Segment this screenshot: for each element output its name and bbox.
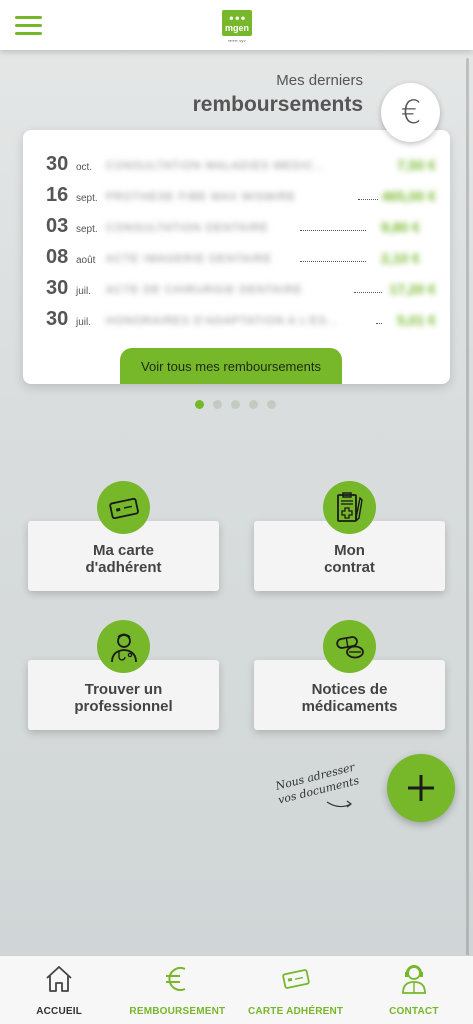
pager-dot[interactable] xyxy=(249,400,258,409)
add-document-button[interactable] xyxy=(387,754,455,822)
bottom-navigation: ACCUEIL REMBOURSEMENT CARTE ADHÉRENT CON… xyxy=(0,955,473,1024)
pager-dot[interactable] xyxy=(213,400,222,409)
row-label: CONSULTATION DENTAIRE xyxy=(106,222,269,234)
row-amount: 2,10 € xyxy=(381,250,420,266)
pager-dot[interactable] xyxy=(267,400,276,409)
logo-subtext: ▪▪▪▪▪▪ vyv xyxy=(228,38,246,43)
nav-label: CONTACT xyxy=(389,1006,439,1017)
row-leader-dots xyxy=(300,261,366,262)
row-month: août xyxy=(76,255,96,266)
reimbursement-row[interactable]: 03 sept. CONSULTATION DENTAIRE 9,80 € xyxy=(46,212,436,238)
row-month: oct. xyxy=(76,162,93,173)
logo-box: ☻☻☻ mgen xyxy=(222,10,252,36)
row-day: 30 xyxy=(46,153,69,175)
reimbursement-row[interactable]: 08 août ACTE IMAGERIE DENTAIRE 2,10 € xyxy=(46,243,436,269)
row-amount: 465,00 € xyxy=(381,188,437,204)
row-day: 16 xyxy=(46,184,69,206)
carousel-pager xyxy=(195,400,276,409)
row-leader-dots xyxy=(376,323,382,324)
reimbursements-title: remboursements xyxy=(192,93,363,116)
row-amount: 7,50 € xyxy=(397,157,436,173)
euro-icon: € xyxy=(381,83,440,142)
euro-symbol: € xyxy=(400,96,420,130)
app-header: ☻☻☻ mgen ▪▪▪▪▪▪ vyv xyxy=(0,0,473,50)
row-leader-dots xyxy=(300,230,366,231)
logo-text: mgen xyxy=(224,23,249,33)
arrow-icon xyxy=(326,800,352,808)
home-icon xyxy=(44,963,74,995)
nav-contact[interactable]: CONTACT xyxy=(355,956,473,1024)
nav-label: ACCUEIL xyxy=(36,1006,83,1017)
row-leader-dots xyxy=(357,199,378,200)
tile-label: Trouver un professionnel xyxy=(74,681,173,715)
nav-label: CARTE ADHÉRENT xyxy=(248,1006,344,1017)
nav-home[interactable]: ACCUEIL xyxy=(0,956,118,1024)
row-amount: 5,01 € xyxy=(397,312,436,328)
nav-member-card[interactable]: CARTE ADHÉRENT xyxy=(237,956,355,1024)
pager-dot[interactable] xyxy=(195,400,204,409)
pills-icon xyxy=(323,620,376,673)
doctor-icon xyxy=(97,620,150,673)
row-leader-dots xyxy=(354,292,382,293)
row-day: 30 xyxy=(46,277,69,299)
reimbursement-row[interactable]: 16 sept. PROTHESE FIBE MAX MISMIRE 465,0… xyxy=(46,181,436,207)
row-day: 30 xyxy=(46,308,69,330)
euro-icon xyxy=(162,963,192,995)
row-month: sept. xyxy=(76,193,98,204)
row-amount: 17,20 € xyxy=(389,281,436,297)
row-month: juil. xyxy=(76,286,92,297)
row-amount: 9,80 € xyxy=(381,219,420,235)
card-icon xyxy=(97,481,150,534)
row-label: ACTE IMAGERIE DENTAIRE xyxy=(106,253,273,265)
row-label: ACTE DE CHIRURGIE DENTAIRE xyxy=(106,284,303,296)
row-label: PROTHESE FIBE MAX MISMIRE xyxy=(106,191,297,203)
row-day: 03 xyxy=(46,215,69,237)
tile-label: Mon contrat xyxy=(324,542,375,576)
row-month: juil. xyxy=(76,317,92,328)
mgen-logo[interactable]: ☻☻☻ mgen ▪▪▪▪▪▪ vyv xyxy=(221,10,253,44)
reimbursement-row[interactable]: 30 juil. ACTE DE CHIRURGIE DENTAIRE 17,2… xyxy=(46,274,436,300)
reimbursements-card: 30 oct. CONSULTATION MALADIES MEDIC... 7… xyxy=(23,130,450,384)
nav-reimbursement[interactable]: REMBOURSEMENT xyxy=(118,956,236,1024)
row-day: 08 xyxy=(46,246,69,268)
reimbursements-subtitle: Mes derniers xyxy=(276,72,363,89)
contract-icon xyxy=(323,481,376,534)
pager-dot[interactable] xyxy=(231,400,240,409)
reimbursement-row[interactable]: 30 oct. CONSULTATION MALADIES MEDIC... 7… xyxy=(46,150,436,176)
reimbursement-row[interactable]: 30 juil. HONORAIRES D'ADAPTATION A L'ES.… xyxy=(46,305,436,331)
plus-icon xyxy=(408,775,434,801)
scroll-indicator xyxy=(466,58,469,958)
agent-icon xyxy=(399,963,429,995)
row-label: CONSULTATION MALADIES MEDIC... xyxy=(106,160,327,172)
logo-figures: ☻☻☻ xyxy=(228,16,246,22)
tile-label: Ma carte d'adhérent xyxy=(85,542,162,576)
tile-label: Notices de médicaments xyxy=(301,681,398,715)
row-label: HONORAIRES D'ADAPTATION A L'ES... xyxy=(106,315,340,327)
card-icon xyxy=(280,963,312,995)
row-month: sept. xyxy=(76,224,98,235)
nav-label: REMBOURSEMENT xyxy=(129,1006,226,1017)
hamburger-icon[interactable] xyxy=(15,16,42,35)
see-all-reimbursements-button[interactable]: Voir tous mes remboursements xyxy=(120,348,342,384)
